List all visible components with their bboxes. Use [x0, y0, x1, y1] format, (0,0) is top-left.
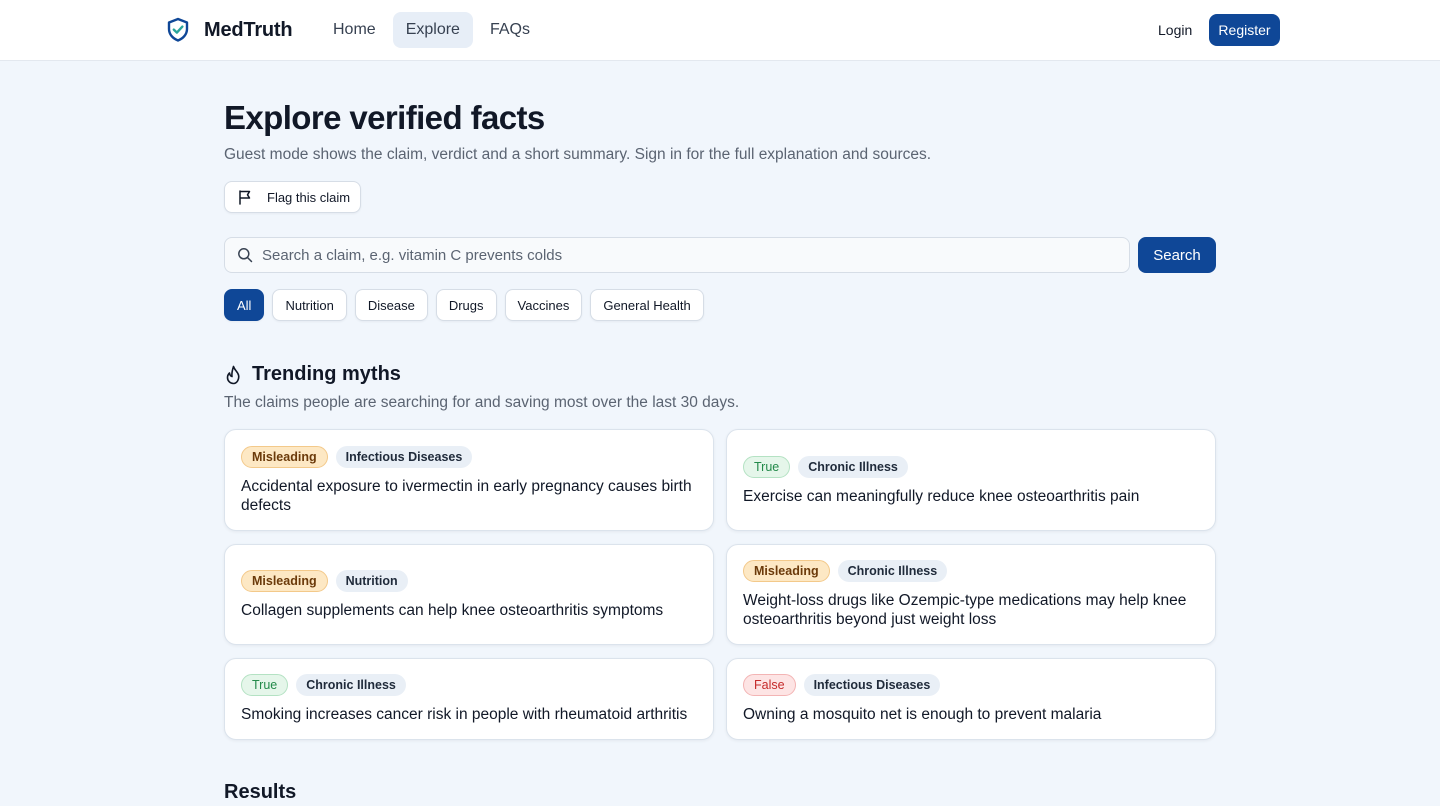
filter-vaccines[interactable]: Vaccines: [504, 289, 583, 321]
claim-text: Weight-loss drugs like Ozempic-type medi…: [743, 592, 1187, 628]
claim-card[interactable]: Misleading Nutrition Collagen supplement…: [224, 544, 714, 645]
claim-text: Owning a mosquito net is enough to preve…: [743, 706, 1102, 723]
top-navbar: MedTruth Home Explore FAQs Login Registe…: [0, 0, 1440, 61]
claim-card[interactable]: False Infectious Diseases Owning a mosqu…: [726, 658, 1216, 740]
search-button[interactable]: Search: [1138, 237, 1216, 273]
claim-card[interactable]: True Chronic Illness Smoking increases c…: [224, 658, 714, 740]
category-badge: Nutrition: [335, 570, 408, 592]
verdict-badge: True: [743, 456, 791, 478]
category-badge: Infectious Diseases: [335, 446, 473, 468]
claim-text: Collagen supplements can help knee osteo…: [241, 602, 664, 619]
login-button[interactable]: Login: [1146, 14, 1204, 46]
category-badge: Infectious Diseases: [803, 674, 941, 696]
category-badge: Chronic Illness: [837, 560, 948, 582]
flag-claim-button[interactable]: Flag this claim: [224, 181, 361, 213]
category-filters: All Nutrition Disease Drugs Vaccines Gen…: [224, 289, 712, 321]
verdict-badge: False: [743, 674, 796, 696]
trending-title: Trending myths: [252, 363, 401, 385]
claim-card[interactable]: True Chronic Illness Exercise can meanin…: [726, 429, 1216, 531]
claim-card[interactable]: Misleading Infectious Diseases Accidenta…: [224, 429, 714, 531]
claim-text: Smoking increases cancer risk in people …: [241, 706, 688, 723]
verdict-badge: Misleading: [743, 560, 830, 582]
page-subtitle: Guest mode shows the claim, verdict and …: [224, 146, 932, 163]
flame-icon: [226, 365, 240, 384]
main-nav: Home Explore FAQs: [320, 12, 547, 48]
register-button[interactable]: Register: [1209, 14, 1280, 46]
page-title: Explore verified facts: [224, 99, 545, 136]
trending-subtitle: The claims people are searching for and …: [224, 394, 740, 411]
results-title: Results: [224, 781, 297, 803]
brand-name: MedTruth: [204, 18, 293, 41]
claim-text: Accidental exposure to ivermectin in ear…: [241, 478, 692, 514]
nav-faqs[interactable]: FAQs: [477, 12, 543, 48]
verdict-badge: True: [241, 674, 289, 696]
verdict-badge: Misleading: [241, 446, 328, 468]
category-badge: Chronic Illness: [798, 456, 908, 478]
filter-disease[interactable]: Disease: [354, 289, 428, 321]
shield-check-icon: [167, 17, 189, 42]
search-input[interactable]: [262, 246, 1062, 264]
category-badge: Chronic Illness: [296, 674, 406, 696]
flag-icon: [239, 190, 251, 205]
nav-home[interactable]: Home: [320, 12, 389, 48]
verdict-badge: Misleading: [241, 570, 328, 592]
search-box: [224, 237, 1130, 273]
filter-nutrition[interactable]: Nutrition: [272, 289, 347, 321]
nav-explore[interactable]: Explore: [392, 12, 473, 48]
brand[interactable]: MedTruth: [166, 17, 293, 43]
search-icon: [238, 248, 253, 263]
filter-drugs[interactable]: Drugs: [435, 289, 497, 321]
flag-claim-label: Flag this claim: [267, 189, 351, 205]
trending-header: Trending myths: [224, 363, 401, 386]
filter-all[interactable]: All: [224, 289, 265, 321]
claim-card[interactable]: Misleading Chronic Illness Weight-loss d…: [726, 544, 1216, 645]
filter-general-health[interactable]: General Health: [590, 289, 704, 321]
claim-text: Exercise can meaningfully reduce knee os…: [743, 488, 1140, 505]
